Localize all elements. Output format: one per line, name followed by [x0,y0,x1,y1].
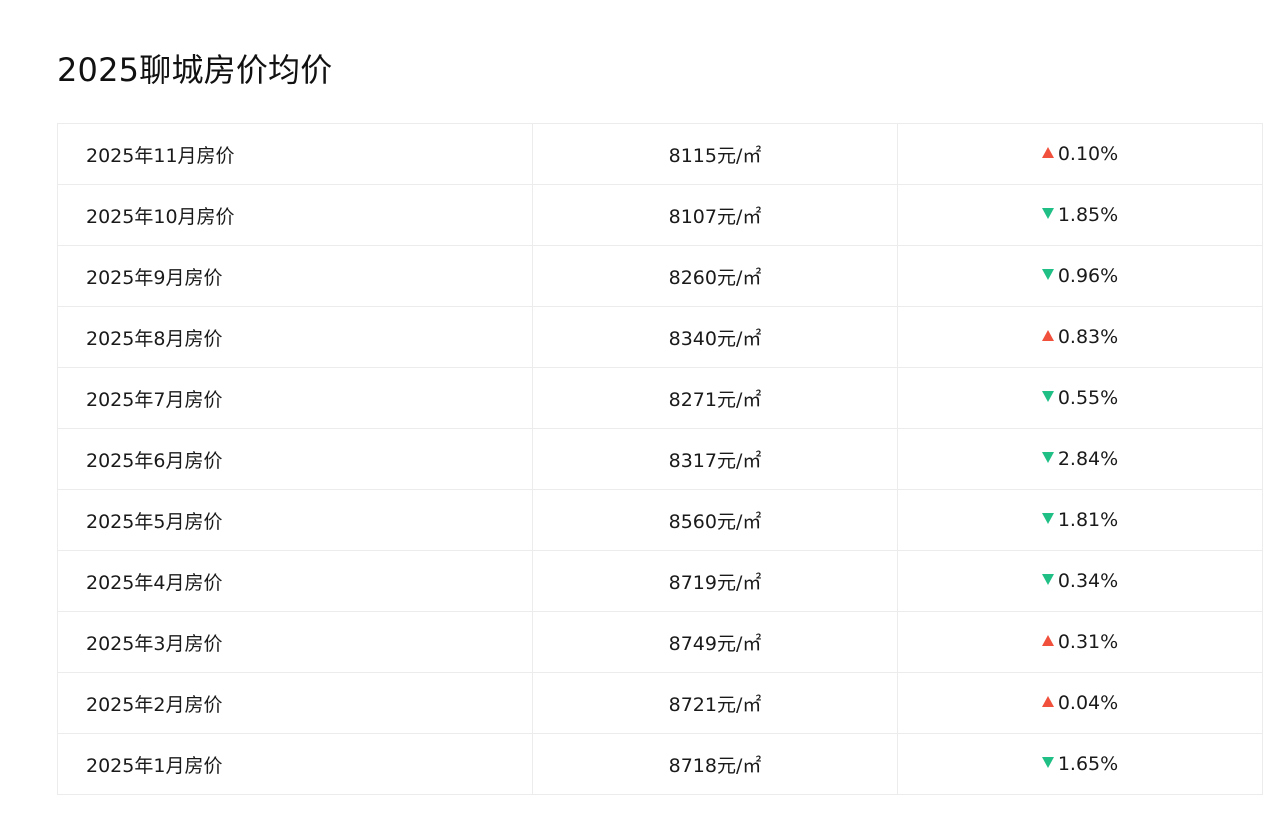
month-cell: 2025年8月房价 [57,306,533,368]
price-value: 8115元/㎡ [668,144,762,167]
triangle-up-icon [1041,696,1054,707]
change-value: 0.31% [1057,631,1119,653]
month-label: 2025年9月房价 [86,266,223,289]
change-cell: 2.84% [897,428,1263,490]
price-value: 8107元/㎡ [668,205,762,228]
price-value: 8271元/㎡ [668,388,762,411]
month-label: 2025年5月房价 [86,510,223,533]
change-cell: 0.04% [897,672,1263,734]
change-cell: 1.85% [897,184,1263,246]
change-value: 1.65% [1057,753,1119,775]
table-row: 2025年7月房价 8271元/㎡ 0.55% [57,367,1263,429]
month-cell: 2025年7月房价 [57,367,533,429]
month-cell: 2025年3月房价 [57,611,533,673]
triangle-up-icon [1041,330,1054,341]
table-row: 2025年3月房价 8749元/㎡ 0.31% [57,611,1263,673]
triangle-down-icon [1041,269,1054,280]
price-cell: 8718元/㎡ [532,733,898,795]
triangle-down-icon [1041,513,1054,524]
change-cell: 0.34% [897,550,1263,612]
price-table: 2025年11月房价 8115元/㎡ 0.10% 2025年10月房价 8107元/㎡ 1… [57,123,1263,795]
month-cell: 2025年4月房价 [57,550,533,612]
price-table-body: 2025年11月房价 8115元/㎡ 0.10% 2025年10月房价 8107元/㎡ 1… [57,123,1263,795]
triangle-down-icon [1041,452,1054,463]
triangle-down-icon [1041,757,1054,768]
triangle-down-icon [1041,208,1054,219]
price-cell: 8260元/㎡ [532,245,898,307]
month-cell: 2025年1月房价 [57,733,533,795]
change-cell: 1.81% [897,489,1263,551]
price-value: 8260元/㎡ [668,266,762,289]
price-cell: 8317元/㎡ [532,428,898,490]
price-value: 8718元/㎡ [668,754,762,777]
month-cell: 2025年9月房价 [57,245,533,307]
change-cell: 0.55% [897,367,1263,429]
triangle-down-icon [1041,574,1054,585]
triangle-down-icon [1041,391,1054,402]
month-label: 2025年4月房价 [86,571,223,594]
table-row: 2025年4月房价 8719元/㎡ 0.34% [57,550,1263,612]
change-cell: 0.10% [897,123,1263,185]
change-cell: 0.83% [897,306,1263,368]
price-value: 8721元/㎡ [668,693,762,716]
month-label: 2025年2月房价 [86,693,223,716]
price-value: 8340元/㎡ [668,327,762,350]
change-value: 0.55% [1057,387,1119,409]
table-row: 2025年6月房价 8317元/㎡ 2.84% [57,428,1263,490]
change-value: 1.81% [1057,509,1119,531]
price-value: 8560元/㎡ [668,510,762,533]
change-value: 0.34% [1057,570,1119,592]
table-row: 2025年8月房价 8340元/㎡ 0.83% [57,306,1263,368]
change-value: 1.85% [1057,204,1119,226]
price-cell: 8560元/㎡ [532,489,898,551]
month-cell: 2025年6月房价 [57,428,533,490]
price-cell: 8340元/㎡ [532,306,898,368]
change-cell: 0.31% [897,611,1263,673]
price-cell: 8107元/㎡ [532,184,898,246]
month-cell: 2025年10月房价 [57,184,533,246]
change-cell: 1.65% [897,733,1263,795]
month-label: 2025年8月房价 [86,327,223,350]
triangle-up-icon [1041,635,1054,646]
price-value: 8719元/㎡ [668,571,762,594]
price-cell: 8719元/㎡ [532,550,898,612]
price-value: 8317元/㎡ [668,449,762,472]
price-cell: 8271元/㎡ [532,367,898,429]
month-label: 2025年1月房价 [86,754,223,777]
table-row: 2025年9月房价 8260元/㎡ 0.96% [57,245,1263,307]
change-value: 0.83% [1057,326,1119,348]
table-row: 2025年2月房价 8721元/㎡ 0.04% [57,672,1263,734]
month-cell: 2025年2月房价 [57,672,533,734]
page-title: 2025聊城房价均价 [57,51,333,89]
month-label: 2025年6月房价 [86,449,223,472]
month-label: 2025年10月房价 [86,205,235,228]
month-cell: 2025年5月房价 [57,489,533,551]
month-label: 2025年3月房价 [86,632,223,655]
price-value: 8749元/㎡ [668,632,762,655]
month-cell: 2025年11月房价 [57,123,533,185]
change-value: 0.96% [1057,265,1119,287]
table-row: 2025年11月房价 8115元/㎡ 0.10% [57,123,1263,185]
price-cell: 8721元/㎡ [532,672,898,734]
change-cell: 0.96% [897,245,1263,307]
change-value: 0.04% [1057,692,1119,714]
table-row: 2025年10月房价 8107元/㎡ 1.85% [57,184,1263,246]
month-label: 2025年11月房价 [86,144,235,167]
price-cell: 8749元/㎡ [532,611,898,673]
price-cell: 8115元/㎡ [532,123,898,185]
table-row: 2025年1月房价 8718元/㎡ 1.65% [57,733,1263,795]
table-row: 2025年5月房价 8560元/㎡ 1.81% [57,489,1263,551]
triangle-up-icon [1041,147,1054,158]
month-label: 2025年7月房价 [86,388,223,411]
change-value: 2.84% [1057,448,1119,470]
change-value: 0.10% [1057,143,1119,165]
